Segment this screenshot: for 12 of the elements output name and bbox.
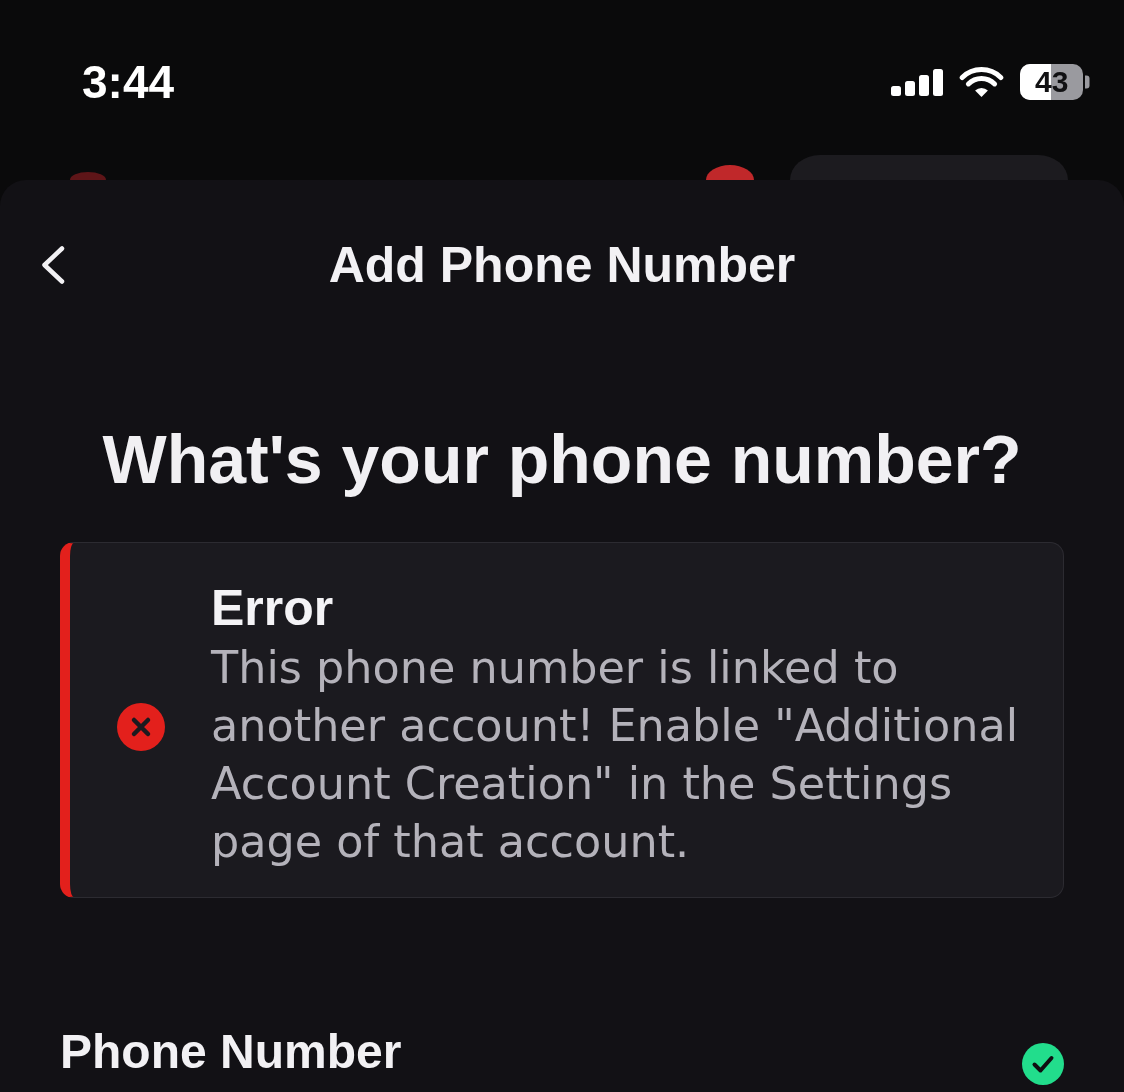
notification-badge-icon bbox=[706, 165, 754, 180]
wifi-icon bbox=[959, 66, 1004, 98]
page-heading: What's your phone number? bbox=[101, 422, 1023, 496]
sheet-title: Add Phone Number bbox=[328, 237, 796, 293]
field-label: Phone Number bbox=[60, 1026, 402, 1078]
back-button[interactable] bbox=[40, 245, 66, 285]
signal-icon bbox=[891, 68, 943, 96]
alert-title: Error bbox=[211, 583, 335, 633]
error-icon bbox=[117, 703, 165, 751]
chevron-left-icon bbox=[40, 245, 66, 285]
alert-message: This phone number is linked to another account! Enable "Additional Account Creation" in the Settings page of that account. bbox=[211, 641, 1020, 869]
status-time: 3:44 bbox=[82, 60, 175, 104]
